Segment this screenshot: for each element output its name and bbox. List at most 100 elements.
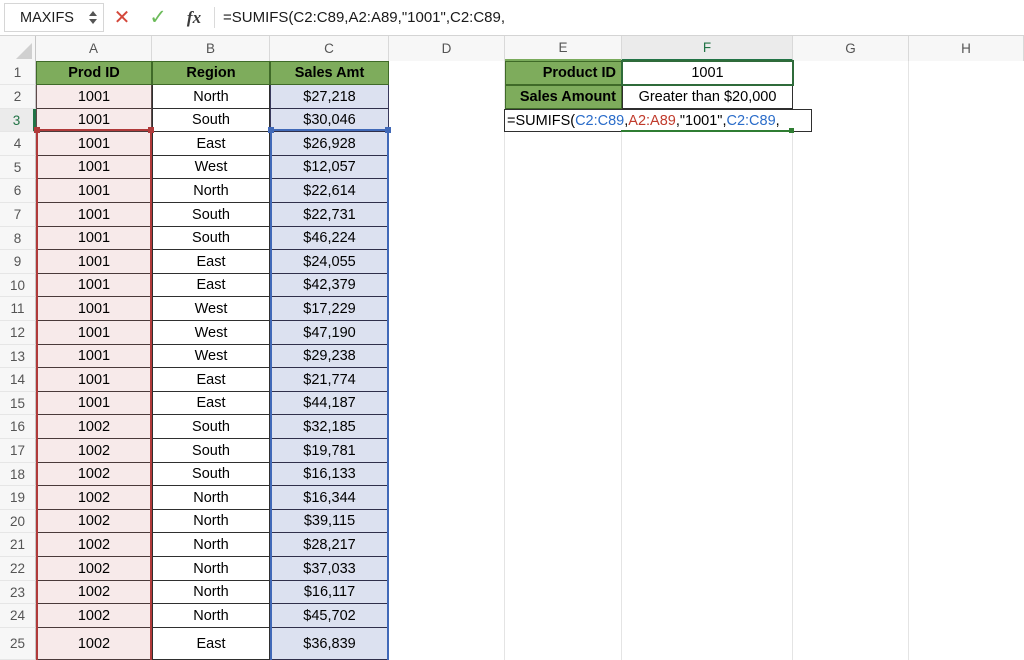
cell-sales-amt[interactable]: $44,187 xyxy=(270,392,389,415)
cell-region[interactable]: South xyxy=(152,463,270,486)
cell-region[interactable]: East xyxy=(152,132,270,156)
column-header-c[interactable]: C xyxy=(270,36,389,61)
cell-prod-id[interactable]: 1001 xyxy=(36,345,152,368)
cell-region[interactable]: East xyxy=(152,392,270,415)
cell-region[interactable]: North xyxy=(152,581,270,604)
criteria-value-product-id[interactable]: 1001 xyxy=(622,61,793,85)
cell-prod-id[interactable]: 1002 xyxy=(36,604,152,628)
cell-region[interactable]: East xyxy=(152,250,270,274)
row-header-14[interactable]: 14 xyxy=(0,368,36,392)
cell-sales-amt[interactable]: $30,046 xyxy=(270,109,389,132)
row-header-20[interactable]: 20 xyxy=(0,510,36,533)
cell-sales-amt[interactable]: $22,614 xyxy=(270,179,389,203)
cell-prod-id[interactable]: 1002 xyxy=(36,628,152,660)
select-all-corner[interactable] xyxy=(0,36,36,61)
row-header-13[interactable]: 13 xyxy=(0,345,36,368)
row-header-16[interactable]: 16 xyxy=(0,415,36,439)
column-header-a[interactable]: A xyxy=(36,36,152,61)
column-header-g[interactable]: G xyxy=(793,36,909,61)
cell-sales-amt[interactable]: $21,774 xyxy=(270,368,389,392)
cell-sales-amt[interactable]: $32,185 xyxy=(270,415,389,439)
row-header-2[interactable]: 2 xyxy=(0,85,36,109)
cell-prod-id[interactable]: 1001 xyxy=(36,227,152,250)
name-box[interactable]: MAXIFS xyxy=(4,3,104,32)
cell-sales-amt[interactable]: $47,190 xyxy=(270,321,389,345)
cell-prod-id[interactable]: 1002 xyxy=(36,581,152,604)
row-header-6[interactable]: 6 xyxy=(0,179,36,203)
cell-sales-amt[interactable]: $16,117 xyxy=(270,581,389,604)
cell-region[interactable]: West xyxy=(152,345,270,368)
row-header-19[interactable]: 19 xyxy=(0,486,36,510)
cell-prod-id[interactable]: 1002 xyxy=(36,415,152,439)
cell-prod-id[interactable]: 1002 xyxy=(36,439,152,463)
cell-prod-id[interactable]: 1001 xyxy=(36,250,152,274)
cell-region[interactable]: North xyxy=(152,510,270,533)
cell-prod-id[interactable]: 1001 xyxy=(36,203,152,227)
row-header-17[interactable]: 17 xyxy=(0,439,36,463)
row-header-12[interactable]: 12 xyxy=(0,321,36,345)
cell-prod-id[interactable]: 1002 xyxy=(36,463,152,486)
cell-prod-id[interactable]: 1001 xyxy=(36,156,152,179)
row-header-18[interactable]: 18 xyxy=(0,463,36,486)
cell-region[interactable]: North xyxy=(152,85,270,109)
cell-region[interactable]: East xyxy=(152,368,270,392)
cell-sales-amt[interactable]: $28,217 xyxy=(270,533,389,557)
cell-region[interactable]: West xyxy=(152,156,270,179)
cell-sales-amt[interactable]: $17,229 xyxy=(270,297,389,321)
row-header-8[interactable]: 8 xyxy=(0,227,36,250)
cell-sales-amt[interactable]: $27,218 xyxy=(270,85,389,109)
cell-prod-id[interactable]: 1002 xyxy=(36,486,152,510)
row-header-1[interactable]: 1 xyxy=(0,61,36,85)
cell-prod-id[interactable]: 1001 xyxy=(36,297,152,321)
cell-sales-amt[interactable]: $12,057 xyxy=(270,156,389,179)
cell-region[interactable]: North xyxy=(152,486,270,510)
row-header-10[interactable]: 10 xyxy=(0,274,36,297)
row-header-4[interactable]: 4 xyxy=(0,132,36,156)
row-header-23[interactable]: 23 xyxy=(0,581,36,604)
criteria-value-sales-amount[interactable]: Greater than $20,000 xyxy=(622,85,793,109)
cell-sales-amt[interactable]: $42,379 xyxy=(270,274,389,297)
cell-sales-amt[interactable]: $45,702 xyxy=(270,604,389,628)
column-header-b[interactable]: B xyxy=(152,36,270,61)
row-header-21[interactable]: 21 xyxy=(0,533,36,557)
cell-prod-id[interactable]: 1001 xyxy=(36,179,152,203)
cell-sales-amt[interactable]: $26,928 xyxy=(270,132,389,156)
row-header-24[interactable]: 24 xyxy=(0,604,36,628)
cell-region[interactable]: North xyxy=(152,533,270,557)
row-header-9[interactable]: 9 xyxy=(0,250,36,274)
cell-region[interactable]: South xyxy=(152,439,270,463)
insert-function-button[interactable]: fx xyxy=(176,0,212,35)
cell-region[interactable]: West xyxy=(152,297,270,321)
cell-region[interactable]: North xyxy=(152,557,270,581)
range-handle-a-right[interactable] xyxy=(148,127,154,133)
cell-prod-id[interactable]: 1002 xyxy=(36,557,152,581)
spinner-up-icon[interactable] xyxy=(89,11,97,16)
column-header-e[interactable]: E xyxy=(505,36,622,61)
cell-prod-id[interactable]: 1001 xyxy=(36,85,152,109)
column-header-h[interactable]: H xyxy=(909,36,1024,61)
cell-sales-amt[interactable]: $16,344 xyxy=(270,486,389,510)
column-header-d[interactable]: D xyxy=(389,36,505,61)
cell-region[interactable]: East xyxy=(152,628,270,660)
row-header-15[interactable]: 15 xyxy=(0,392,36,415)
cell-prod-id[interactable]: 1002 xyxy=(36,533,152,557)
cell-prod-id[interactable]: 1002 xyxy=(36,510,152,533)
active-cell-formula-editor[interactable]: =SUMIFS(C2:C89, A2:A89, "1001", C2:C89, xyxy=(504,109,812,132)
cell-prod-id[interactable]: 1001 xyxy=(36,274,152,297)
cell-sales-amt[interactable]: $24,055 xyxy=(270,250,389,274)
cell-region[interactable]: North xyxy=(152,179,270,203)
cancel-button[interactable]: ✕ xyxy=(104,0,140,35)
cell-sales-amt[interactable]: $16,133 xyxy=(270,463,389,486)
row-header-5[interactable]: 5 xyxy=(0,156,36,179)
cell-prod-id[interactable]: 1001 xyxy=(36,368,152,392)
cell-prod-id[interactable]: 1001 xyxy=(36,392,152,415)
cell-region[interactable]: North xyxy=(152,604,270,628)
row-header-7[interactable]: 7 xyxy=(0,203,36,227)
spinner-down-icon[interactable] xyxy=(89,19,97,24)
range-handle-a-left[interactable] xyxy=(34,127,40,133)
cell-region[interactable]: East xyxy=(152,274,270,297)
cell-region[interactable]: West xyxy=(152,321,270,345)
cell-prod-id[interactable]: 1001 xyxy=(36,132,152,156)
range-handle-c-right[interactable] xyxy=(385,127,391,133)
cell-sales-amt[interactable]: $22,731 xyxy=(270,203,389,227)
